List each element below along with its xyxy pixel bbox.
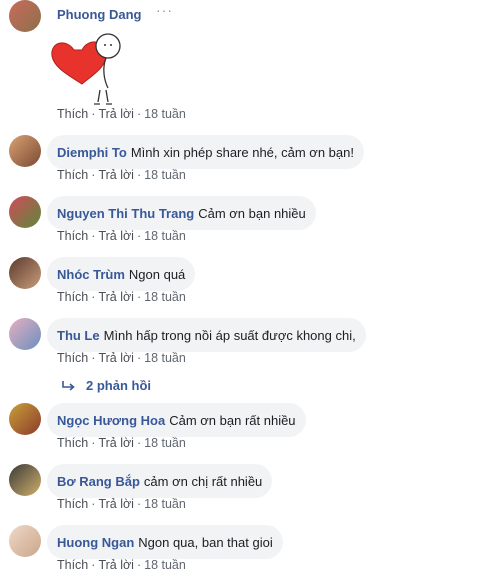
reply-link[interactable]: Trả lời [98,436,134,450]
reply-link[interactable]: Trả lời [98,107,134,121]
reply-link[interactable]: Trả lời [98,290,134,304]
avatar[interactable] [9,196,41,228]
avatar[interactable] [9,257,41,289]
timestamp[interactable]: 18 tuần [144,351,186,365]
comment-bubble: Nhóc Trùm Ngon quá [47,257,196,291]
timestamp[interactable]: 18 tuần [144,558,186,572]
timestamp[interactable]: 18 tuần [144,290,186,304]
comment-text: Mình hấp trong nồi áp suất được khong ch… [103,327,356,343]
reply-link[interactable]: Trả lời [98,351,134,365]
view-replies-link[interactable]: 2 phản hồi [62,378,151,393]
comment-actions: Thích · Trả lời · 18 tuần [57,558,186,572]
comment-text: Ngon quá [128,266,186,282]
commenter-name[interactable]: Thu Le [57,328,100,343]
commenter-name[interactable]: Diemphi To [57,145,127,160]
comment-text: cảm ơn chị rất nhiều [143,473,263,489]
avatar[interactable] [9,403,41,435]
avatar[interactable] [9,525,41,557]
avatar[interactable] [9,318,41,350]
like-link[interactable]: Thích [57,290,88,304]
comment-text: Cảm ơn bạn rất nhiều [169,412,296,428]
commenter-name[interactable]: Bơ Rang Bắp [57,474,140,489]
like-link[interactable]: Thích [57,436,88,450]
like-link[interactable]: Thích [57,168,88,182]
reply-link[interactable]: Trả lời [98,168,134,182]
comment-bubble: Bơ Rang Bắp cảm ơn chị rất nhiều [47,464,273,498]
replies-count-label[interactable]: 2 phản hồi [86,378,151,393]
reply-link[interactable]: Trả lời [98,229,134,243]
commenter-name[interactable]: Nhóc Trùm [57,267,125,282]
comment-bubble: Nguyen Thi Thu Trang Cảm ơn bạn nhiều [47,196,316,230]
comment-actions: Thích · Trả lời · 18 tuần [57,497,186,511]
like-link[interactable]: Thích [57,107,88,121]
reply-link[interactable]: Trả lời [98,558,134,572]
avatar[interactable] [9,135,41,167]
comment-actions: Thích · Trả lời · 18 tuần [57,436,186,450]
like-link[interactable]: Thích [57,558,88,572]
like-link[interactable]: Thích [57,351,88,365]
timestamp[interactable]: 18 tuần [144,497,186,511]
commenter-name[interactable]: Huong Ngan [57,535,134,550]
commenter-name[interactable]: Phuong Dang [57,7,142,22]
comment-bubble: Huong Ngan Ngon qua, ban that gioi [47,525,283,559]
timestamp[interactable]: 18 tuần [144,436,186,450]
avatar[interactable] [9,0,41,32]
reply-link[interactable]: Trả lời [98,497,134,511]
more-options-icon[interactable]: ··· [156,2,173,18]
commenter-name[interactable]: Nguyen Thi Thu Trang [57,206,194,221]
reply-arrow-icon [62,380,75,391]
avatar[interactable] [9,464,41,496]
like-link[interactable]: Thích [57,229,88,243]
comment-bubble: Thu Le Mình hấp trong nồi áp suất được k… [47,318,366,352]
comment-bubble: Diemphi To Mình xin phép share nhé, cảm … [47,135,364,169]
comment-text: Ngon qua, ban that gioi [138,534,273,550]
heart-sticker [51,33,121,105]
comment-actions: Thích · Trả lời · 18 tuần [57,107,186,121]
comment-actions: Thích · Trả lời · 18 tuần [57,229,186,243]
commenter-name[interactable]: Ngọc Hương Hoa [57,413,165,428]
comment-text: Mình xin phép share nhé, cảm ơn bạn! [130,144,354,160]
like-link[interactable]: Thích [57,497,88,511]
comment-actions: Thích · Trả lời · 18 tuần [57,290,186,304]
comment-bubble: Ngọc Hương Hoa Cảm ơn bạn rất nhiều [47,403,306,437]
comment-actions: Thích · Trả lời · 18 tuần [57,351,186,365]
timestamp[interactable]: 18 tuần [144,229,186,243]
timestamp[interactable]: 18 tuần [144,168,186,182]
comment-text: Cảm ơn bạn nhiều [198,205,306,221]
comment-actions: Thích · Trả lời · 18 tuần [57,168,186,182]
timestamp[interactable]: 18 tuần [144,107,186,121]
